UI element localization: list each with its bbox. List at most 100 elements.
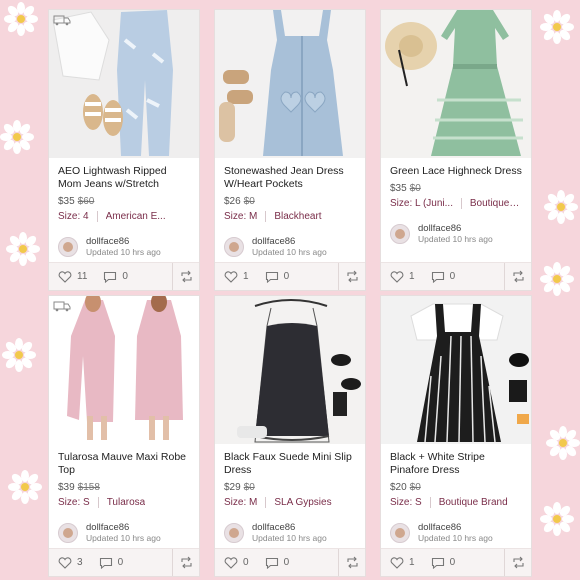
listing-photo[interactable] xyxy=(49,10,199,158)
original-price: $0 xyxy=(243,482,255,493)
daisy-decoration-icon xyxy=(2,338,36,372)
listing-brand[interactable]: SLA Gypsies xyxy=(274,497,331,508)
comment-button[interactable]: 0 xyxy=(265,271,289,283)
avatar[interactable] xyxy=(390,224,410,244)
truck-icon xyxy=(53,15,71,26)
comment-button[interactable]: 0 xyxy=(431,557,456,569)
listing-title[interactable]: Black Faux Suede Mini Slip Dress xyxy=(224,451,356,477)
listing-size[interactable]: Size: M xyxy=(224,211,257,222)
divider xyxy=(97,497,99,508)
seller-name[interactable]: dollface86 xyxy=(86,236,161,247)
listing-grid: AEO Lightwash Ripped Mom Jeans w/Stretch… xyxy=(48,9,534,577)
listing-card[interactable]: Black + White Stripe Pinafore Dress $20 $… xyxy=(380,295,532,577)
heart-icon xyxy=(224,270,238,283)
listing-card[interactable]: Stonewashed Jean Dress W/Heart Pockets $… xyxy=(214,9,366,291)
listing-brand[interactable]: Blackheart xyxy=(274,211,321,222)
share-button[interactable] xyxy=(338,263,365,290)
avatar[interactable] xyxy=(224,237,244,257)
listing-card[interactable]: Green Lace Highneck Dress $35 $0 Size: L … xyxy=(380,9,532,291)
listing-title[interactable]: Black + White Stripe Pinafore Dress xyxy=(390,451,522,477)
listing-title[interactable]: AEO Lightwash Ripped Mom Jeans w/Stretch xyxy=(58,165,190,191)
like-count: 11 xyxy=(77,271,88,282)
seller-name[interactable]: dollface86 xyxy=(252,522,327,533)
avatar[interactable] xyxy=(224,523,244,543)
jean-dress-photo-icon xyxy=(215,10,365,158)
original-price: $0 xyxy=(243,196,255,207)
listing-size[interactable]: Size: L (Juni... xyxy=(390,198,453,209)
seller-name[interactable]: dollface86 xyxy=(86,522,161,533)
listing-price: $20 xyxy=(390,482,407,493)
comment-icon xyxy=(104,271,117,283)
action-bar: 11 0 xyxy=(49,262,199,290)
heart-icon xyxy=(390,270,404,283)
avatar[interactable] xyxy=(390,523,410,543)
seller-name[interactable]: dollface86 xyxy=(252,236,327,247)
listing-brand[interactable]: American E... xyxy=(106,211,166,222)
share-button[interactable] xyxy=(504,263,531,290)
listing-photo[interactable] xyxy=(49,296,199,444)
comment-button[interactable]: 0 xyxy=(431,271,456,283)
listing-card[interactable]: Black Faux Suede Mini Slip Dress $29 $0 S… xyxy=(214,295,366,577)
comment-button[interactable]: 0 xyxy=(103,271,128,283)
daisy-decoration-icon xyxy=(540,262,574,296)
comment-icon xyxy=(431,271,444,283)
daisy-decoration-icon xyxy=(546,426,580,460)
like-button[interactable]: 1 xyxy=(390,556,415,569)
comment-count: 0 xyxy=(449,557,456,568)
updated-time: Updated 10 hrs ago xyxy=(252,533,327,543)
divider xyxy=(96,211,98,222)
like-button[interactable]: 3 xyxy=(58,556,83,569)
updated-time: Updated 10 hrs ago xyxy=(418,533,493,543)
share-icon xyxy=(346,270,358,283)
truck-icon xyxy=(53,301,71,312)
avatar[interactable] xyxy=(58,237,78,257)
updated-time: Updated 10 hrs ago xyxy=(418,234,493,244)
like-button[interactable]: 1 xyxy=(390,270,415,283)
like-button[interactable]: 0 xyxy=(224,556,249,569)
divider xyxy=(429,497,431,508)
listing-photo[interactable] xyxy=(215,10,365,158)
comment-icon xyxy=(265,557,278,569)
daisy-decoration-icon xyxy=(4,2,38,36)
divider xyxy=(265,497,267,508)
comment-button[interactable]: 0 xyxy=(99,557,123,569)
like-button[interactable]: 11 xyxy=(58,270,88,283)
share-button[interactable] xyxy=(338,549,365,576)
share-icon xyxy=(180,556,192,569)
listing-photo[interactable] xyxy=(381,10,531,158)
listing-size[interactable]: Size: S xyxy=(390,497,422,508)
action-bar: 3 0 xyxy=(49,548,199,576)
listing-size[interactable]: Size: 4 xyxy=(58,211,89,222)
like-button[interactable]: 1 xyxy=(224,270,249,283)
listing-card[interactable]: Tularosa Mauve Maxi Robe Top $39 $158 Siz… xyxy=(48,295,200,577)
listing-brand[interactable]: Tularosa xyxy=(107,497,146,508)
pinafore-photo-icon xyxy=(381,296,531,444)
original-price: $0 xyxy=(409,482,421,493)
comment-button[interactable]: 0 xyxy=(265,557,290,569)
share-button[interactable] xyxy=(172,549,199,576)
heart-icon xyxy=(58,270,72,283)
listing-brand[interactable]: Boutique Brand xyxy=(439,497,508,508)
listing-photo[interactable] xyxy=(215,296,365,444)
listing-title[interactable]: Stonewashed Jean Dress W/Heart Pockets xyxy=(224,165,356,191)
comment-count: 0 xyxy=(283,557,290,568)
daisy-decoration-icon xyxy=(8,470,42,504)
listing-size[interactable]: Size: M xyxy=(224,497,257,508)
action-bar: 1 0 xyxy=(381,548,531,576)
robe-photo-icon xyxy=(49,296,199,444)
share-button[interactable] xyxy=(504,549,531,576)
listing-card[interactable]: AEO Lightwash Ripped Mom Jeans w/Stretch… xyxy=(48,9,200,291)
share-button[interactable] xyxy=(172,263,199,290)
listing-title[interactable]: Tularosa Mauve Maxi Robe Top xyxy=(58,451,190,477)
seller-name[interactable]: dollface86 xyxy=(418,522,493,533)
seller-name[interactable]: dollface86 xyxy=(418,223,493,234)
listing-brand[interactable]: Boutique Br... xyxy=(470,198,522,209)
heart-icon xyxy=(224,556,238,569)
share-icon xyxy=(180,270,192,283)
listing-size[interactable]: Size: S xyxy=(58,497,90,508)
avatar[interactable] xyxy=(58,523,78,543)
slip-dress-photo-icon xyxy=(215,296,365,444)
comment-count: 0 xyxy=(449,271,456,282)
updated-time: Updated 10 hrs ago xyxy=(252,247,327,257)
listing-photo[interactable] xyxy=(381,296,531,444)
